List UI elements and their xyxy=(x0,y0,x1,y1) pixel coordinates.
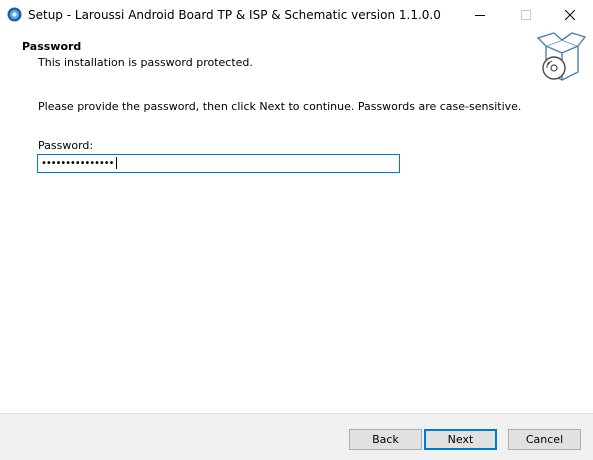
instruction-text: Please provide the password, then click … xyxy=(38,100,522,113)
close-icon xyxy=(565,10,575,20)
minimize-button[interactable] xyxy=(457,0,503,30)
maximize-button[interactable] xyxy=(503,0,549,30)
password-field[interactable]: ••••••••••••••• xyxy=(37,154,400,173)
minimize-icon xyxy=(475,15,485,16)
cancel-button[interactable]: Cancel xyxy=(508,429,581,450)
window-title: Setup - Laroussi Android Board TP & ISP … xyxy=(28,8,441,22)
installer-box-disc-icon xyxy=(532,32,588,86)
password-label: Password: xyxy=(38,139,94,152)
close-button[interactable] xyxy=(547,0,593,30)
back-button[interactable]: Back xyxy=(349,429,422,450)
next-button[interactable]: Next xyxy=(424,429,497,450)
wizard-header: Password This installation is password p… xyxy=(0,30,593,86)
page-subtitle: This installation is password protected. xyxy=(38,56,253,69)
page-title: Password xyxy=(22,40,82,53)
setup-window: Setup - Laroussi Android Board TP & ISP … xyxy=(0,0,593,460)
maximize-icon xyxy=(521,10,531,20)
text-caret xyxy=(116,157,118,169)
wizard-footer: Back Next Cancel xyxy=(0,413,593,460)
title-bar[interactable]: Setup - Laroussi Android Board TP & ISP … xyxy=(0,0,593,30)
setup-app-icon xyxy=(7,7,22,22)
password-masked-value: ••••••••••••••• xyxy=(41,156,118,171)
